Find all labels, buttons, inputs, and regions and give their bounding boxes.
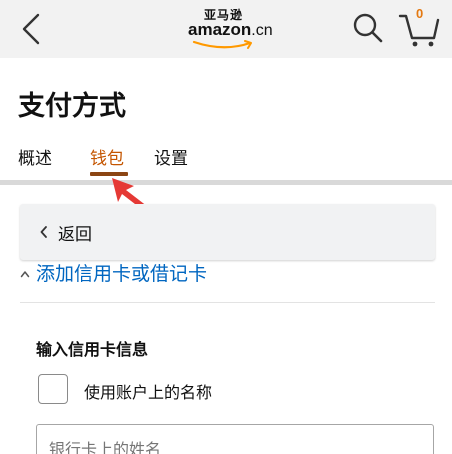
- cart-icon: [398, 14, 440, 47]
- logo-wordmark: amazon.cn: [188, 20, 273, 40]
- tab-settings[interactable]: 设置: [154, 144, 188, 169]
- logo-wordmark-suffix: .cn: [251, 22, 273, 39]
- section-divider: [20, 302, 435, 303]
- back-button-label: 返回: [58, 225, 92, 245]
- back-button-bar[interactable]: 返回: [20, 204, 435, 260]
- use-account-name-checkbox[interactable]: [38, 374, 68, 404]
- cart-button[interactable]: 0: [398, 6, 442, 50]
- tab-wallet[interactable]: 钱包: [90, 144, 124, 169]
- use-account-name-label[interactable]: 使用账户上的名称: [84, 379, 212, 403]
- logo-smile-icon: [192, 40, 252, 49]
- tab-divider: [0, 180, 452, 185]
- tab-overview[interactable]: 概述: [18, 144, 52, 169]
- top-nav-bar: 亚马逊 amazon.cn 0: [0, 0, 452, 58]
- add-card-link[interactable]: 添加信用卡或借记卡: [36, 259, 207, 286]
- back-arrow-icon[interactable]: [18, 12, 44, 46]
- page-title: 支付方式: [18, 91, 126, 122]
- amazon-logo[interactable]: 亚马逊 amazon.cn: [176, 6, 286, 50]
- card-info-heading: 输入信用卡信息: [36, 340, 149, 359]
- chevron-left-icon: [40, 226, 47, 238]
- logo-wordmark-main: amazon: [188, 20, 252, 39]
- search-icon[interactable]: [352, 12, 384, 44]
- chevron-up-icon[interactable]: [20, 270, 30, 278]
- cardholder-name-input[interactable]: [36, 424, 434, 454]
